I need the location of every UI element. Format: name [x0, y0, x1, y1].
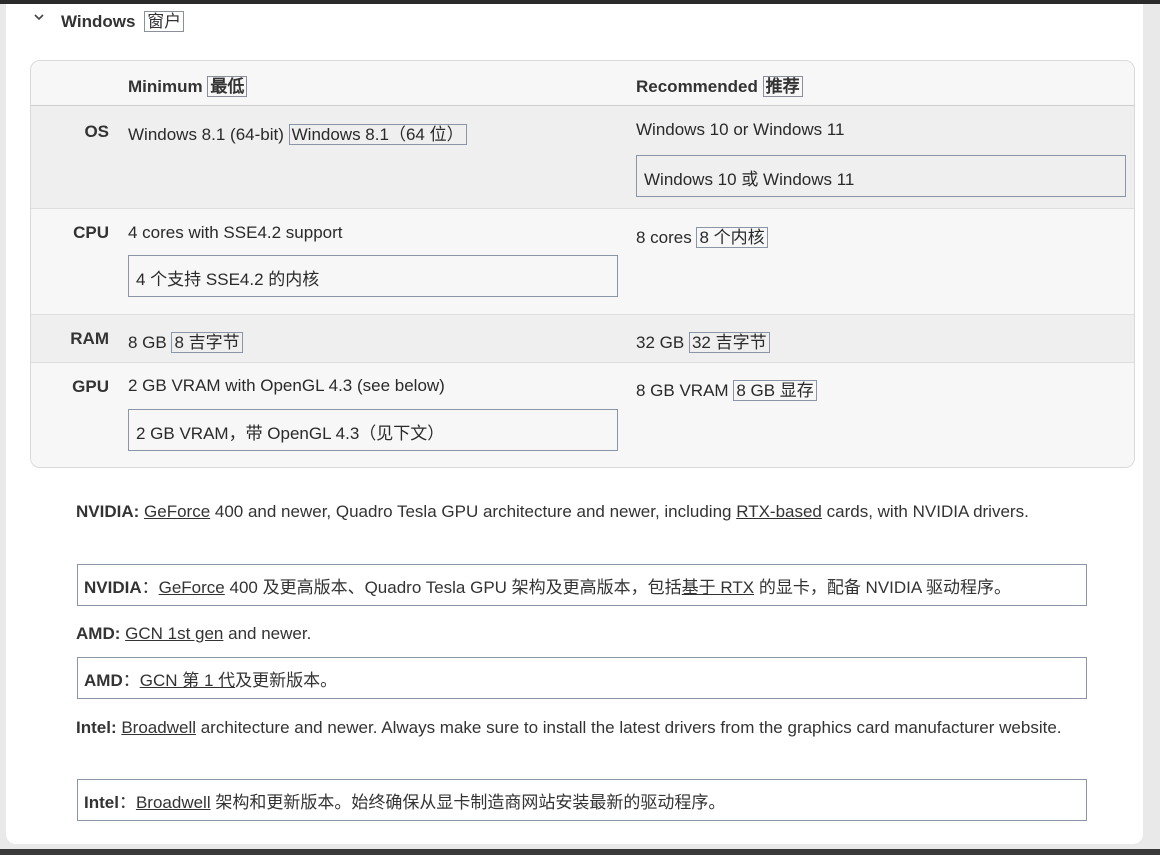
header-recommended-translation: 推荐: [762, 76, 803, 97]
ram-recommended-translation: 32 吉字节: [688, 332, 770, 353]
gpu-recommended: 8 GB VRAM 8 GB 显存: [636, 376, 817, 401]
link-rtx-based[interactable]: RTX-based: [736, 502, 822, 521]
cpu-minimum-translation: 4 个支持 SSE4.2 的内核: [128, 255, 618, 297]
link-rtx-zh[interactable]: 基于 RTX: [682, 578, 754, 597]
header-minimum-text: Minimum: [128, 77, 203, 96]
link-gcn[interactable]: GCN 1st gen: [125, 624, 223, 643]
note-nvidia-zh-sep: ：: [141, 578, 159, 597]
row-label-cpu: CPU: [73, 223, 109, 242]
header-recommended: Recommended 推荐: [636, 72, 803, 97]
gpu-recommended-text: 8 GB VRAM: [636, 381, 729, 400]
link-broadwell-zh[interactable]: Broadwell: [136, 793, 211, 812]
link-geforce[interactable]: GeForce: [144, 502, 210, 521]
table-row: RAM 8 GB 8 吉字节 32 GB 32 吉字节: [31, 314, 1134, 362]
window-bottom-bar: [0, 849, 1160, 855]
ram-minimum-translation: 8 吉字节: [171, 332, 243, 353]
note-amd-label: AMD:: [76, 624, 121, 643]
note-nvidia: NVIDIA: GeForce 400 and newer, Quadro Te…: [76, 498, 1086, 526]
note-intel-translation: Intel：Broadwell 架构和更新版本。始终确保从显卡制造商网站安装最新…: [77, 779, 1087, 821]
gpu-minimum-text: 2 GB VRAM with OpenGL 4.3 (see below): [128, 376, 445, 395]
ram-recommended: 32 GB 32 吉字节: [636, 328, 770, 353]
ram-minimum: 8 GB 8 吉字节: [128, 328, 243, 353]
chevron-down-icon[interactable]: [32, 10, 46, 24]
link-broadwell[interactable]: Broadwell: [121, 718, 196, 737]
note-nvidia-translation: NVIDIA：GeForce 400 及更高版本、Quadro Tesla GP…: [77, 564, 1087, 606]
note-nvidia-zh-text1: 400 及更高版本、Quadro Tesla GPU 架构及更高版本，包括: [224, 578, 682, 597]
note-amd-translation: AMD：GCN 第 1 代及更新版本。: [77, 657, 1087, 699]
os-minimum-translation: Windows 8.1（64 位）: [288, 124, 467, 145]
link-gcn-zh[interactable]: GCN 第 1 代: [140, 671, 235, 690]
ram-minimum-text: 8 GB: [128, 333, 167, 352]
table-row: OS Windows 8.1 (64-bit) Windows 8.1（64 位…: [31, 105, 1134, 209]
requirements-table: Minimum 最低 Recommended 推荐 OS Windows 8.1…: [30, 60, 1135, 468]
cpu-recommended-translation: 8 个内核: [696, 227, 768, 248]
note-intel-zh-sep: ：: [118, 793, 136, 812]
gpu-minimum-translation: 2 GB VRAM，带 OpenGL 4.3（见下文）: [128, 409, 618, 451]
section-title-translation: 窗户: [144, 11, 185, 32]
table-header-row: Minimum 最低 Recommended 推荐: [31, 61, 1134, 104]
os-recommended-translation: Windows 10 或 Windows 11: [636, 155, 1126, 197]
gpu-recommended-translation: 8 GB 显存: [733, 380, 817, 401]
os-minimum-text: Windows 8.1 (64-bit): [128, 125, 284, 144]
cpu-recommended: 8 cores 8 个内核: [636, 223, 768, 248]
note-nvidia-text2: cards, with NVIDIA drivers.: [821, 502, 1029, 521]
note-amd-zh-text1: 及更新版本。: [235, 671, 338, 690]
section-title: Windows 窗户: [61, 7, 185, 32]
note-amd-zh-sep: ：: [122, 671, 140, 690]
note-amd-zh-label: AMD: [84, 671, 123, 690]
note-intel-zh-label: Intel: [84, 793, 119, 812]
ram-recommended-text: 32 GB: [636, 333, 685, 352]
cpu-recommended-text: 8 cores: [636, 228, 692, 247]
row-label-os: OS: [84, 122, 109, 141]
header-minimum-translation: 最低: [207, 76, 248, 97]
note-nvidia-zh-text2: 的显卡，配备 NVIDIA 驱动程序。: [754, 578, 1012, 597]
header-recommended-text: Recommended: [636, 77, 758, 96]
link-geforce-zh[interactable]: GeForce: [159, 578, 225, 597]
row-label-ram: RAM: [70, 329, 109, 348]
note-amd: AMD: GCN 1st gen and newer.: [76, 620, 1086, 648]
note-nvidia-zh-label: NVIDIA: [84, 578, 142, 597]
requirements-card: Windows 窗户 Minimum 最低 Recommended 推荐 OS …: [6, 4, 1143, 844]
note-amd-text1: and newer.: [223, 624, 312, 643]
note-intel-label: Intel:: [76, 718, 117, 737]
cpu-minimum-text: 4 cores with SSE4.2 support: [128, 223, 343, 242]
section-title-text: Windows: [61, 12, 136, 31]
note-nvidia-text1: 400 and newer, Quadro Tesla GPU architec…: [210, 502, 737, 521]
note-nvidia-label: NVIDIA:: [76, 502, 140, 521]
row-label-gpu: GPU: [72, 377, 109, 396]
header-minimum: Minimum 最低: [128, 72, 248, 97]
note-intel-text1: architecture and newer. Always make sure…: [196, 718, 1062, 737]
table-row: GPU 2 GB VRAM with OpenGL 4.3 (see below…: [31, 362, 1134, 467]
note-intel: Intel: Broadwell architecture and newer.…: [76, 714, 1086, 742]
note-intel-zh-text1: 架构和更新版本。始终确保从显卡制造商网站安装最新的驱动程序。: [210, 793, 726, 812]
os-minimum: Windows 8.1 (64-bit) Windows 8.1（64 位）: [128, 120, 467, 145]
os-recommended-text: Windows 10 or Windows 11: [636, 120, 845, 139]
table-row: CPU 4 cores with SSE4.2 support 4 个支持 SS…: [31, 208, 1134, 314]
